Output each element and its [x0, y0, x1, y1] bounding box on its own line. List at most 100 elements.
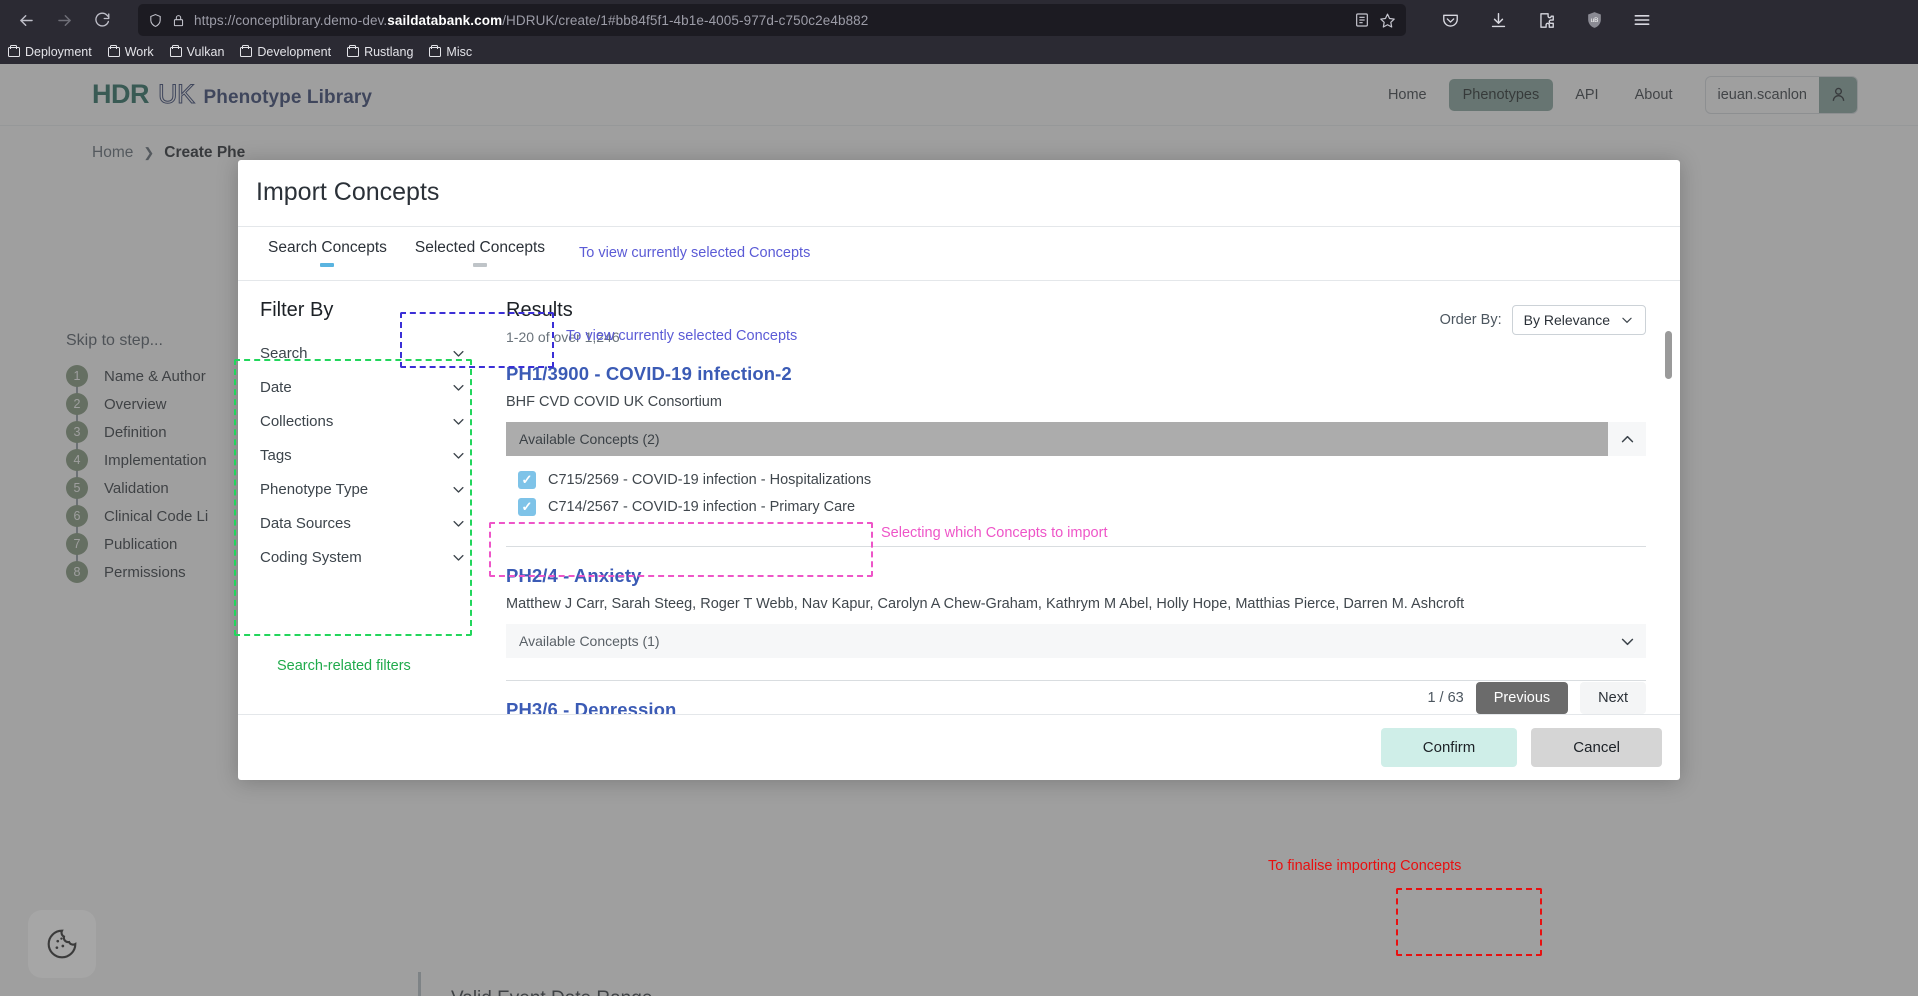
modal-body: Filter By Search Date Collections Tags P… [238, 281, 1680, 714]
results-title: Results [506, 299, 573, 322]
hamburger-menu-icon[interactable] [1626, 4, 1658, 36]
browser-nav-bar: https://conceptlibrary.demo-dev.saildata… [0, 0, 1918, 40]
reload-icon[interactable] [86, 4, 118, 36]
filter-item-date[interactable]: Date [256, 370, 478, 404]
results-panel: Results 1-20 of over 1,246 Order By: By … [478, 281, 1680, 714]
results-header: Results 1-20 of over 1,246 Order By: By … [506, 299, 1646, 345]
cookie-settings-button[interactable] [28, 910, 96, 978]
order-by-label: Order By: [1439, 312, 1502, 329]
tab-label: Selected Concepts [414, 239, 546, 257]
chevron-down-icon[interactable] [1608, 624, 1646, 658]
chevron-down-icon [451, 380, 466, 395]
bookmark-label: Work [124, 45, 154, 59]
tab-label: Search Concepts [268, 239, 387, 257]
modal-tabs: Search Concepts Selected Concepts To vie… [238, 227, 1680, 282]
bookmark-label: Misc [446, 45, 473, 59]
annotation-tabs-note: To view currently selected Concepts [579, 245, 811, 262]
folder-icon [240, 44, 253, 57]
result-title-link[interactable]: PH1/3900 - COVID-19 infection-2 [506, 363, 1646, 385]
filter-label: Phenotype Type [260, 480, 369, 498]
forward-arrow-icon[interactable] [48, 4, 80, 36]
modal-footer: Confirm Cancel [238, 714, 1680, 780]
bookmark-item[interactable]: Deployment [8, 44, 92, 59]
result-divider [506, 680, 1646, 682]
folder-icon [169, 44, 182, 57]
tab-active-indicator [320, 263, 335, 268]
bookmark-item[interactable]: Misc [429, 44, 473, 59]
tab-search-concepts[interactable]: Search Concepts [254, 227, 401, 280]
ublock-shield-icon[interactable]: uB [1578, 4, 1610, 36]
reader-view-icon[interactable] [1354, 12, 1370, 28]
filter-item-search[interactable]: Search [256, 336, 478, 370]
confirm-button[interactable]: Confirm [1380, 728, 1518, 767]
concept-checkbox-list: ✓ C715/2569 - COVID-19 infection - Hospi… [506, 456, 1646, 524]
download-icon[interactable] [1482, 4, 1514, 36]
pocket-icon[interactable] [1434, 4, 1466, 36]
bookmark-label: Development [257, 45, 332, 59]
page-viewport: HDRUK Phenotype Library Home Phenotypes … [0, 64, 1918, 996]
filter-item-phenotype-type[interactable]: Phenotype Type [256, 472, 478, 506]
tab-selected-concepts[interactable]: Selected Concepts [401, 227, 559, 280]
checkbox-checked-icon[interactable]: ✓ [518, 497, 536, 516]
result-item: PH2/4 - Anxiety Matthew J Carr, Sarah St… [506, 565, 1646, 682]
available-concepts-toggle[interactable]: Available Concepts (1) [506, 624, 1646, 659]
chevron-down-icon [451, 346, 466, 361]
folder-icon [8, 44, 20, 57]
cancel-button[interactable]: Cancel [1531, 728, 1662, 767]
bookmark-star-icon[interactable] [1379, 12, 1396, 29]
back-arrow-icon[interactable] [10, 4, 42, 36]
chevron-down-icon [451, 482, 466, 497]
folder-icon [429, 44, 442, 57]
bookmark-item[interactable]: Vulkan [169, 44, 225, 59]
chevron-up-icon[interactable] [1608, 422, 1646, 457]
chevron-down-icon [451, 550, 466, 565]
chevron-down-icon [1620, 313, 1634, 327]
filter-label: Coding System [260, 548, 362, 566]
bookmarks-bar: Deployment Work Vulkan Development Rustl… [0, 40, 1918, 64]
pagination: 1 / 63 Previous Next [1427, 682, 1646, 714]
concept-checkbox-row[interactable]: ✓ C715/2569 - COVID-19 infection - Hospi… [518, 466, 1646, 493]
order-by-select[interactable]: By Relevance [1511, 305, 1646, 336]
result-title-link[interactable]: PH2/4 - Anxiety [506, 565, 1646, 587]
bookmark-item[interactable]: Work [107, 44, 154, 59]
filter-item-tags[interactable]: Tags [256, 438, 478, 472]
filter-panel: Filter By Search Date Collections Tags P… [238, 281, 478, 714]
result-item: PH1/3900 - COVID-19 infection-2 BHF CVD … [506, 363, 1646, 548]
filter-label: Collections [260, 412, 334, 430]
concept-checkbox-row[interactable]: ✓ C714/2567 - COVID-19 infection - Prima… [518, 493, 1646, 520]
chevron-down-icon [451, 414, 466, 429]
bookmark-label: Deployment [25, 45, 92, 59]
filter-label: Tags [260, 446, 292, 464]
browser-toolbar-right: uB [1412, 4, 1658, 36]
scrollbar-thumb[interactable] [1665, 331, 1672, 380]
available-concepts-label: Available Concepts (1) [519, 633, 660, 650]
next-page-button[interactable]: Next [1580, 682, 1646, 714]
folder-icon [347, 44, 360, 57]
extensions-puzzle-icon[interactable] [1530, 4, 1562, 36]
result-divider [506, 546, 1646, 548]
result-authors: Matthew J Carr, Sarah Steeg, Roger T Web… [506, 596, 1465, 613]
order-by-control: Order By: By Relevance [1439, 305, 1646, 336]
page-indicator: 1 / 63 [1427, 690, 1464, 706]
filter-panel-title: Filter By [260, 299, 334, 322]
lock-icon [172, 13, 185, 28]
folder-icon [107, 44, 120, 57]
concept-label: C715/2569 - COVID-19 infection - Hospita… [548, 471, 872, 488]
tab-indicator [472, 263, 487, 268]
bookmark-item[interactable]: Rustlang [347, 44, 413, 59]
chevron-down-icon [451, 516, 466, 531]
filter-item-coding-system[interactable]: Coding System [256, 540, 478, 574]
browser-chrome: https://conceptlibrary.demo-dev.saildata… [0, 0, 1918, 64]
results-scrollbar[interactable] [1665, 331, 1672, 582]
bookmark-item[interactable]: Development [240, 44, 332, 59]
concept-label: C714/2567 - COVID-19 infection - Primary… [548, 498, 856, 515]
filter-label: Date [260, 378, 292, 396]
available-concepts-toggle[interactable]: Available Concepts (2) [506, 422, 1646, 457]
bookmark-label: Vulkan [186, 45, 225, 59]
previous-page-button[interactable]: Previous [1475, 682, 1569, 714]
url-bar[interactable]: https://conceptlibrary.demo-dev.saildata… [138, 4, 1406, 36]
checkbox-checked-icon[interactable]: ✓ [518, 470, 536, 489]
filter-item-data-sources[interactable]: Data Sources [256, 506, 478, 540]
results-count: 1-20 of over 1,246 [506, 329, 620, 346]
filter-item-collections[interactable]: Collections [256, 404, 478, 438]
